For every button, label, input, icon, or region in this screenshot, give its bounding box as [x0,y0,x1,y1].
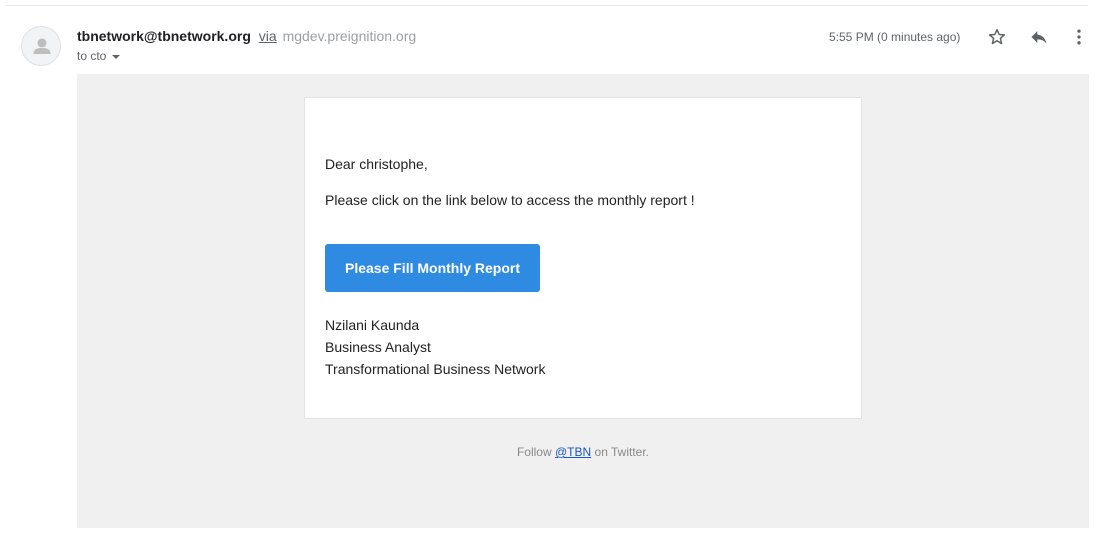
recipient-details-toggle[interactable]: to cto [77,49,416,63]
divider [5,5,1088,6]
reply-button[interactable] [1028,26,1050,48]
footer-prefix: Follow [516,445,552,459]
more-vert-icon [1077,29,1081,45]
signature-title: Business Analyst [325,339,431,355]
email-body: Dear christophe, Please click on the lin… [77,74,1089,528]
greeting: Dear christophe, [325,156,428,172]
sender-email[interactable]: tbnetwork@tbnetwork.org [77,28,251,44]
more-options-button[interactable] [1068,26,1090,48]
footer-suffix: on Twitter. [594,445,650,459]
person-icon [33,38,51,54]
fill-monthly-report-button[interactable]: Please Fill Monthly Report [325,244,540,292]
signature-name: Nzilani Kaunda [325,317,420,333]
sender-avatar[interactable] [21,26,61,66]
star-icon [988,28,1006,45]
footer-text: Follow @TBN on Twitter. [77,445,1089,459]
email-card: Dear christophe, Please click on the lin… [304,97,862,419]
message-text: Please click on the link below to access… [325,192,695,208]
timestamp: 5:55 PM (0 minutes ago) [829,30,961,44]
caret-down-icon [112,54,121,59]
reply-icon [1031,31,1047,44]
signature: Nzilani Kaunda Business Analyst Transfor… [325,314,545,380]
recipient-label: to cto [77,49,107,63]
via-link[interactable]: via [259,28,277,44]
via-domain: mgdev.preignition.org [282,28,417,44]
twitter-handle-link[interactable]: @TBN [555,445,591,459]
email-header: tbnetwork@tbnetwork.org via mgdev.preign… [77,27,416,63]
signature-organization: Transformational Business Network [325,361,546,377]
star-button[interactable] [986,26,1008,48]
